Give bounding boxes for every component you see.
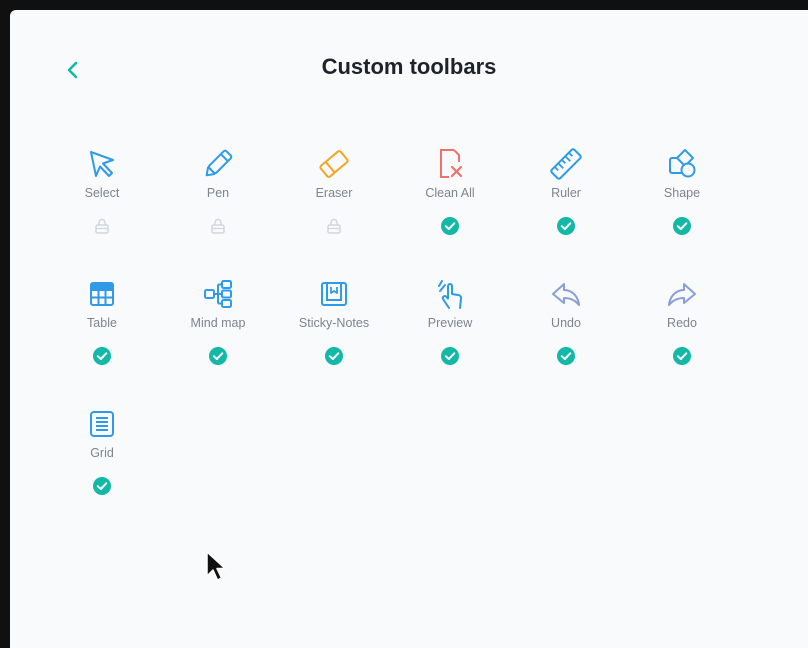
check-icon[interactable] bbox=[208, 346, 228, 366]
tool-shape[interactable]: Shape bbox=[632, 146, 732, 236]
tool-eraser[interactable]: Eraser bbox=[284, 146, 384, 236]
tool-redo[interactable]: Redo bbox=[632, 276, 732, 366]
lock-icon bbox=[208, 216, 228, 236]
tool-label: Grid bbox=[90, 446, 114, 460]
check-icon[interactable] bbox=[556, 346, 576, 366]
tool-grid[interactable]: Grid bbox=[52, 406, 152, 496]
tool-label: Ruler bbox=[551, 186, 581, 200]
tool-label: Select bbox=[84, 186, 120, 200]
ruler-icon bbox=[546, 146, 586, 182]
tool-ruler[interactable]: Ruler bbox=[516, 146, 616, 236]
check-icon[interactable] bbox=[440, 216, 460, 236]
check-icon[interactable] bbox=[92, 346, 112, 366]
undo-icon bbox=[546, 276, 586, 312]
sticky-notes-icon bbox=[314, 276, 354, 312]
eraser-icon bbox=[314, 146, 354, 182]
settings-panel: Custom toolbars Select Pen Eraser Clean … bbox=[10, 10, 808, 648]
tool-sticky-notes[interactable]: Sticky-Notes bbox=[284, 276, 384, 366]
tool-mind-map[interactable]: Mind map bbox=[168, 276, 268, 366]
tool-undo[interactable]: Undo bbox=[516, 276, 616, 366]
tool-label: Eraser bbox=[315, 186, 353, 200]
tool-label: Shape bbox=[663, 186, 701, 200]
check-icon[interactable] bbox=[92, 476, 112, 496]
clean-all-icon bbox=[430, 146, 470, 182]
check-icon[interactable] bbox=[324, 346, 344, 366]
mouse-pointer-icon bbox=[205, 550, 229, 589]
grid-icon bbox=[82, 406, 122, 442]
tool-preview[interactable]: Preview bbox=[400, 276, 500, 366]
tool-label: Preview bbox=[427, 316, 473, 330]
tool-pen[interactable]: Pen bbox=[168, 146, 268, 236]
check-icon[interactable] bbox=[672, 216, 692, 236]
mind-map-icon bbox=[198, 276, 238, 312]
redo-icon bbox=[662, 276, 702, 312]
tool-clean-all[interactable]: Clean All bbox=[400, 146, 500, 236]
lock-icon bbox=[324, 216, 344, 236]
select-arrow-icon bbox=[82, 146, 122, 182]
tool-label: Pen bbox=[206, 186, 230, 200]
pen-icon bbox=[198, 146, 238, 182]
tool-label: Table bbox=[87, 316, 117, 330]
tool-select[interactable]: Select bbox=[52, 146, 152, 236]
check-icon[interactable] bbox=[672, 346, 692, 366]
tool-label: Sticky-Notes bbox=[298, 316, 370, 330]
tool-label: Undo bbox=[551, 316, 581, 330]
page-title: Custom toolbars bbox=[321, 54, 497, 79]
tool-label: Clean All bbox=[425, 186, 475, 200]
shape-icon bbox=[662, 146, 702, 182]
tool-label: Redo bbox=[667, 316, 697, 330]
table-icon bbox=[82, 276, 122, 312]
lock-icon bbox=[92, 216, 112, 236]
tool-label: Mind map bbox=[190, 316, 246, 330]
preview-icon bbox=[430, 276, 470, 312]
check-icon[interactable] bbox=[440, 346, 460, 366]
tool-table[interactable]: Table bbox=[52, 276, 152, 366]
check-icon[interactable] bbox=[556, 216, 576, 236]
